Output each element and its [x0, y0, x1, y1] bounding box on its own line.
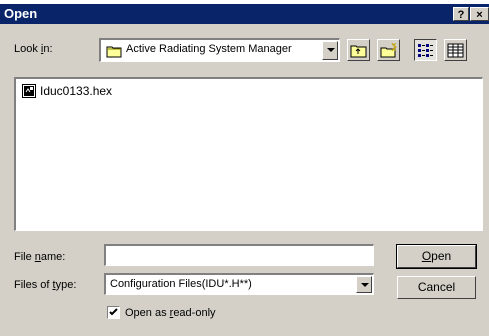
- look-in-value: Active Radiating System Manager: [126, 43, 292, 55]
- hex-file-icon: [22, 84, 36, 101]
- help-button[interactable]: ?: [453, 7, 469, 21]
- file-type-value: Configuration Files(IDU*.H**): [110, 278, 252, 290]
- file-type-combo[interactable]: Configuration Files(IDU*.H**): [104, 273, 374, 295]
- file-name: Iduc0133.hex: [40, 84, 113, 98]
- read-only-label: Open as read-only: [125, 307, 216, 319]
- close-button[interactable]: ×: [470, 7, 489, 21]
- chevron-down-icon[interactable]: [356, 276, 372, 293]
- look-in-label: Look in:: [14, 43, 53, 55]
- file-name-input[interactable]: [104, 244, 374, 266]
- file-type-label: Files of type:: [14, 279, 77, 291]
- chevron-down-icon[interactable]: [322, 41, 338, 60]
- checkmark-icon: [109, 308, 118, 316]
- file-name-label: File name:: [14, 251, 66, 263]
- list-view-icon: [417, 43, 434, 61]
- title-bar[interactable]: Open ? ×: [0, 4, 489, 24]
- open-button[interactable]: Open: [396, 244, 477, 269]
- details-view-icon: [447, 43, 464, 61]
- look-in-combo[interactable]: Active Radiating System Manager: [99, 38, 340, 62]
- folder-icon: [106, 44, 122, 58]
- up-one-level-icon: [350, 42, 367, 61]
- new-folder-button[interactable]: [377, 39, 400, 61]
- list-view-button[interactable]: [414, 39, 437, 61]
- dialog-title: Open: [4, 6, 38, 21]
- cancel-button[interactable]: Cancel: [397, 276, 476, 299]
- new-folder-icon: [380, 42, 398, 61]
- details-view-button[interactable]: [444, 39, 467, 61]
- file-list[interactable]: Iduc0133.hex: [14, 77, 483, 231]
- up-one-level-button[interactable]: [347, 39, 370, 61]
- read-only-checkbox[interactable]: [107, 306, 120, 319]
